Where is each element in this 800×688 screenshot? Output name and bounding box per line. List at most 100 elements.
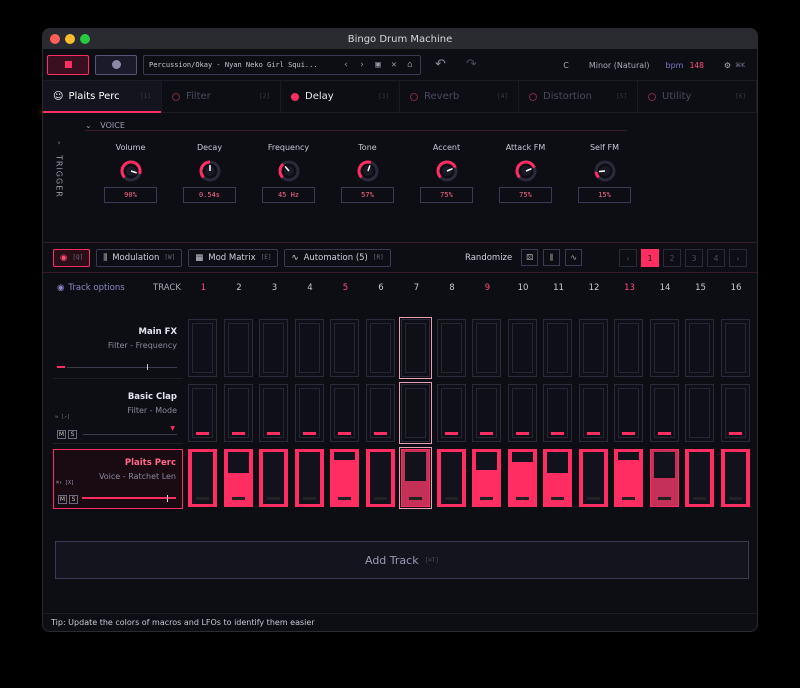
step-cell[interactable]	[685, 449, 714, 507]
solo-button[interactable]: S	[69, 495, 78, 504]
track-options-button[interactable]: ◉ Track options	[57, 283, 125, 293]
step-cell[interactable]	[578, 319, 608, 377]
dice-icon[interactable]: ⚄	[521, 249, 539, 266]
undo-icon[interactable]: ↶	[435, 57, 446, 72]
step-cell[interactable]	[188, 449, 217, 507]
chevron-left-icon[interactable]: ‹	[619, 249, 637, 267]
step-cell[interactable]	[472, 384, 501, 442]
scale-selector[interactable]: Minor (Natural)	[589, 61, 650, 70]
knob-volume[interactable]: Volume 90%	[91, 143, 170, 203]
tab-filter[interactable]: Filter [2]	[162, 81, 281, 112]
close-window-button[interactable]	[50, 34, 60, 44]
step-cell[interactable]	[436, 384, 466, 442]
step-cell[interactable]	[259, 319, 288, 377]
record-button[interactable]	[95, 54, 137, 75]
step-cell[interactable]	[543, 384, 572, 442]
key-selector[interactable]: C	[563, 61, 569, 70]
step-cell[interactable]	[330, 319, 359, 377]
knob-value[interactable]: 0.54s	[183, 187, 236, 203]
step-cell[interactable]	[294, 384, 324, 442]
knob-dial-icon[interactable]	[356, 159, 380, 183]
step-cell[interactable]	[649, 449, 679, 507]
voice-section-header[interactable]: ⌄ VOICE	[85, 121, 627, 131]
preset-selector[interactable]: Percussion/Okay - Nyan Neko Girl Squi...…	[143, 54, 421, 75]
tab-reverb[interactable]: Reverb [4]	[400, 81, 519, 112]
step-cell[interactable]	[330, 449, 359, 507]
power-toggle-icon[interactable]	[648, 92, 656, 101]
step-cell[interactable]	[399, 317, 432, 379]
step-cell[interactable]	[330, 384, 359, 442]
step-cell[interactable]	[685, 384, 714, 442]
knob-self-fm[interactable]: Self FM 15%	[565, 143, 644, 203]
step-cell[interactable]	[399, 447, 432, 509]
tab-distortion[interactable]: Distortion [5]	[519, 81, 638, 112]
mute-button[interactable]: M	[58, 495, 67, 504]
step-cell[interactable]	[649, 384, 679, 442]
chevron-left-icon[interactable]: ‹	[341, 60, 351, 70]
track-slider[interactable]	[83, 434, 177, 435]
step-cell[interactable]	[720, 319, 750, 377]
step-cell[interactable]	[720, 384, 750, 442]
power-toggle-icon[interactable]	[172, 92, 180, 101]
chevron-right-icon[interactable]: ›	[357, 60, 367, 70]
minimize-window-button[interactable]	[65, 34, 75, 44]
step-cell[interactable]	[436, 449, 466, 507]
zoom-window-button[interactable]	[80, 34, 90, 44]
add-track-button[interactable]: Add Track [⌘T]	[55, 541, 749, 579]
step-cell[interactable]	[365, 449, 395, 507]
trigger-panel-toggle[interactable]: › TRIGGER	[49, 139, 69, 239]
knob-dial-icon[interactable]	[593, 159, 617, 183]
step-cell[interactable]	[223, 384, 253, 442]
knob-value[interactable]: 90%	[104, 187, 157, 203]
step-cell[interactable]	[294, 319, 324, 377]
save-icon[interactable]: ▣	[373, 60, 383, 70]
step-cell[interactable]	[507, 319, 537, 377]
gear-icon[interactable]: ⚙	[724, 61, 731, 70]
step-cell[interactable]	[259, 384, 288, 442]
close-icon[interactable]: ✕	[389, 60, 399, 70]
power-toggle-icon[interactable]	[410, 92, 418, 101]
step-cell[interactable]	[614, 384, 643, 442]
stop-button[interactable]	[47, 54, 89, 75]
step-cell[interactable]	[472, 319, 501, 377]
step-cell[interactable]	[614, 449, 643, 507]
redo-icon[interactable]: ↷	[466, 57, 477, 72]
step-cell[interactable]	[223, 319, 253, 377]
knob-accent[interactable]: Accent 75%	[407, 143, 486, 203]
track-basic-clap[interactable]: Basic Clap Filter - Mode ⇆ [↗] M S ▼	[53, 384, 183, 444]
page-button-2[interactable]: 2	[663, 249, 681, 267]
step-cell[interactable]	[649, 319, 679, 377]
step-cell[interactable]	[685, 319, 714, 377]
step-cell[interactable]	[294, 449, 324, 507]
knob-dial-icon[interactable]	[514, 159, 538, 183]
track-slider[interactable]	[82, 497, 176, 499]
power-toggle-icon[interactable]	[529, 92, 537, 101]
step-cell[interactable]	[399, 382, 432, 444]
knob-frequency[interactable]: Frequency 45 Hz	[249, 143, 328, 203]
step-cell[interactable]	[188, 384, 217, 442]
knob-dial-icon[interactable]	[277, 159, 301, 183]
knob-value[interactable]: 45 Hz	[262, 187, 315, 203]
step-cell[interactable]	[365, 319, 395, 377]
tab-plaits-perc[interactable]: ☺ Plaits Perc [1]	[43, 81, 162, 113]
step-cell[interactable]	[720, 449, 750, 507]
sliders-icon[interactable]: ⫼	[543, 249, 561, 266]
knob-dial-icon[interactable]	[119, 159, 143, 183]
step-cell[interactable]	[507, 384, 537, 442]
mute-button[interactable]: M	[57, 430, 66, 439]
step-cell[interactable]	[614, 319, 643, 377]
knob-attack-fm[interactable]: Attack FM 75%	[486, 143, 565, 203]
view-toggle-button[interactable]: ◉ [Q]	[53, 248, 91, 267]
chevron-right-icon[interactable]: ›	[729, 249, 747, 267]
knob-value[interactable]: 75%	[499, 187, 552, 203]
knob-value[interactable]: 15%	[578, 187, 631, 203]
knob-dial-icon[interactable]	[435, 159, 459, 183]
power-toggle-icon[interactable]	[291, 92, 299, 101]
knob-value[interactable]: 75%	[420, 187, 473, 203]
page-button-3[interactable]: 3	[685, 249, 703, 267]
track-main-fx[interactable]: Main FX Filter - Frequency	[53, 319, 183, 379]
solo-button[interactable]: S	[68, 430, 77, 439]
step-cell[interactable]	[188, 319, 217, 377]
track-slider[interactable]	[57, 364, 177, 370]
waveform-icon[interactable]: ∿	[565, 249, 583, 266]
